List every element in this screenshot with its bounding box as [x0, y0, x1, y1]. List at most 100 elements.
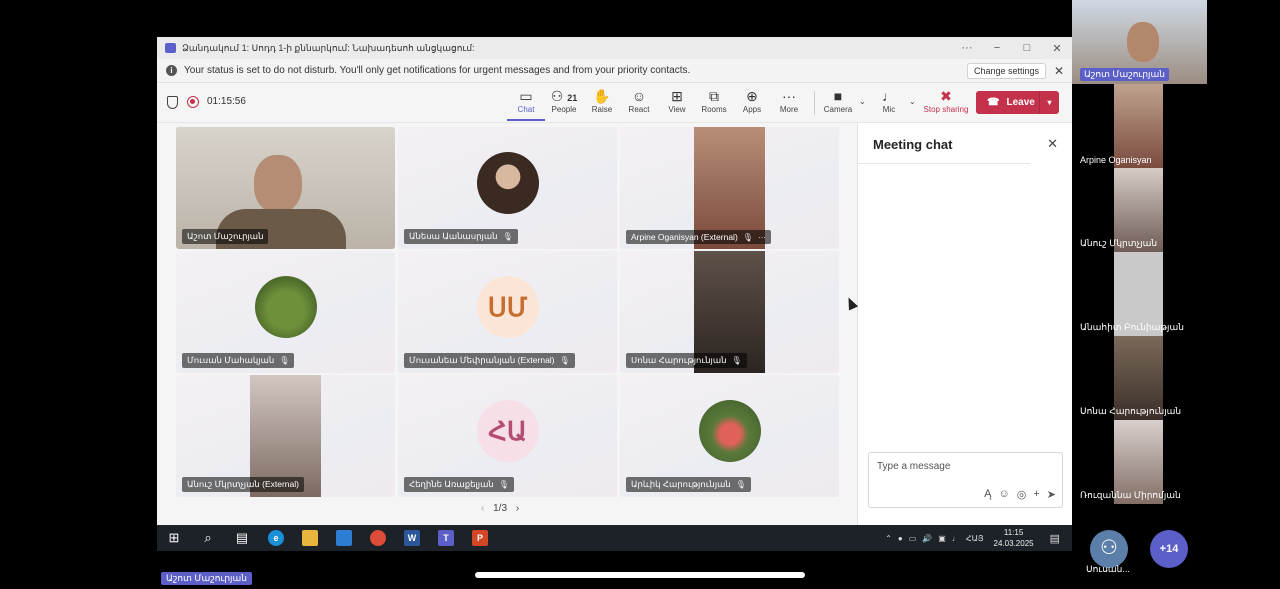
window-title: Ձանդակում 1: Սոդդ 1-ի քննարկում: Նախադես… — [182, 42, 475, 53]
more-icon[interactable]: ··· — [758, 233, 766, 242]
more-participants-button[interactable]: +14 — [1150, 530, 1188, 568]
mic-off-icon: 🎙 — [735, 480, 746, 489]
avatar: ՀԱ — [476, 400, 539, 462]
chat-icon: ▭ — [519, 88, 533, 104]
phone-hangup-icon: ☎ — [987, 97, 1000, 108]
compose-tools: Ą ☺ ◎ + ➤ — [984, 488, 1056, 501]
dnd-notice-text: Your status is set to do not disturb. Yo… — [184, 65, 691, 76]
send-icon[interactable]: ➤ — [1047, 488, 1056, 501]
side-participant-tile[interactable]: Ռուզաննա Միրոմյան — [1072, 420, 1207, 504]
avatar: ՍՄ — [476, 276, 539, 338]
participant-name: Ռուզաննա Միրոմյան — [1080, 490, 1181, 500]
side-participant-tile[interactable]: Arpine Oganisyan — [1072, 84, 1207, 168]
people-button[interactable]: ⚇ 21 People — [545, 87, 583, 114]
language-indicator[interactable]: ՀԱՅ — [966, 534, 984, 543]
mic-button[interactable]: ♩ Mic — [870, 87, 908, 114]
rooms-button[interactable]: ⧉ Rooms — [695, 87, 733, 114]
maximize-button[interactable]: □ — [1012, 42, 1042, 54]
apps-button[interactable]: ⊕ Apps — [733, 87, 771, 114]
video-tile[interactable]: ՀԱ Հեղինե Առաքելյան 🎙 — [398, 375, 617, 497]
participant-name: Աշոտ Մաշուրյան — [1080, 68, 1169, 81]
leave-button[interactable]: ☎ Leave ▾ — [976, 91, 1059, 114]
participant-name: Arpine Oganisyan — [1080, 155, 1152, 165]
page-indicator: 1/3 — [493, 503, 508, 514]
next-page-icon[interactable]: › — [516, 503, 519, 514]
notifications-icon[interactable]: ▤ — [1050, 532, 1060, 545]
tray-app-icon[interactable]: ● — [898, 534, 903, 543]
system-tray: ⌃ ● ▭ 🔊 ▣ ♩ ՀԱՅ 11:15 24.03.2025 ▤ — [885, 525, 1060, 551]
teams-icon[interactable]: T — [438, 530, 454, 546]
video-tile[interactable]: Սոնա Հարությունյան 🎙 — [620, 251, 839, 373]
react-button[interactable]: ☺ React — [620, 87, 658, 114]
participant-name: Հեղինե Առաքելյան 🎙 — [404, 477, 514, 492]
word-icon[interactable]: W — [404, 530, 420, 546]
prev-page-icon[interactable]: ‹ — [481, 503, 484, 514]
participant-name: Մուսանեա Մեփրանյան (External) 🎙 — [404, 353, 575, 368]
chevron-up-icon[interactable]: ⌃ — [885, 534, 892, 543]
teams-logo-icon — [165, 43, 176, 53]
video-tile[interactable]: Աշոտ Մաշուրյան — [176, 127, 395, 249]
leave-options-chevron-icon[interactable]: ▾ — [1039, 91, 1059, 114]
camera-button[interactable]: ■ Camera — [819, 87, 857, 114]
close-window-button[interactable]: ✕ — [1042, 42, 1072, 55]
video-tile[interactable]: Արևիկ Հարությունյան 🎙 — [620, 375, 839, 497]
people-count: 21 — [567, 93, 578, 103]
change-settings-button[interactable]: Change settings — [966, 62, 1046, 79]
powerpoint-icon[interactable]: P — [472, 530, 488, 546]
video-tile[interactable]: Մուսան Մահակյան 🎙 — [176, 251, 395, 373]
video-tile[interactable]: Անեսա Աանասրյան 🎙 — [398, 127, 617, 249]
mic-options-chevron-icon[interactable]: ⌄ — [909, 97, 916, 106]
mic-tray-icon[interactable]: ♩ — [952, 534, 960, 543]
emoji-icon[interactable]: ☺ — [999, 488, 1010, 501]
file-explorer-icon[interactable] — [302, 530, 318, 546]
screen: Ձանդակում 1: Սոդդ 1-ի քննարկում: Նախադես… — [0, 0, 1280, 589]
more-button[interactable]: ··· More — [770, 87, 808, 114]
add-icon[interactable]: + — [1033, 488, 1039, 501]
side-participant-tile[interactable]: Աշոտ Մաշուրյան — [1072, 0, 1207, 84]
format-icon[interactable]: Ą — [984, 488, 991, 501]
grid-icon: ⊞ — [671, 88, 683, 104]
side-participant-tile[interactable]: Անահիտ Բունիաթյան — [1072, 252, 1207, 336]
edge-icon[interactable]: e — [268, 530, 284, 546]
more-options-icon[interactable]: ··· — [952, 42, 982, 54]
view-button[interactable]: ⊞ View — [658, 87, 696, 114]
video-tile[interactable]: Անուշ Մկրտչյան (External) — [176, 375, 395, 497]
start-icon[interactable]: ⊞ — [157, 530, 191, 546]
volume-icon[interactable]: 🔊 — [922, 534, 932, 543]
video-tile[interactable]: ՍՄ Մուսանեա Մեփրանյան (External) 🎙 — [398, 251, 617, 373]
stop-sharing-button[interactable]: ✖ Stop sharing — [923, 87, 969, 114]
participant-face — [254, 155, 302, 213]
windows-taskbar: ⊞ ⌕ ▤ e W T P ⌃ ● ▭ 🔊 ▣ ♩ ՀԱՅ 11:15 24.0… — [157, 525, 1072, 551]
presenter-name-label: Աշոտ Մաշուրյան — [161, 572, 252, 585]
close-notice-icon[interactable]: ✕ — [1054, 64, 1072, 78]
message-compose-box[interactable]: Type a message Ą ☺ ◎ + ➤ — [868, 452, 1063, 508]
task-view-icon[interactable]: ▤ — [225, 530, 259, 546]
network-icon[interactable]: ▣ — [938, 534, 946, 543]
participant-name: Անուշ Մկրտչյան — [1080, 238, 1158, 248]
video-tile[interactable]: Arpine Oganisyan (External) 🎙 ··· — [620, 127, 839, 249]
system-clock[interactable]: 11:15 24.03.2025 — [994, 527, 1034, 549]
side-participant-tile[interactable]: Սոնա Հարությունյան — [1072, 336, 1207, 420]
search-icon[interactable]: ⌕ — [191, 530, 225, 546]
message-input[interactable]: Type a message — [877, 461, 950, 472]
loop-icon[interactable]: ◎ — [1017, 488, 1027, 501]
camera-options-chevron-icon[interactable]: ⌄ — [859, 97, 866, 106]
store-icon[interactable] — [336, 530, 352, 546]
title-bar: Ձանդակում 1: Սոդդ 1-ի քննարկում: Նախադես… — [157, 37, 1072, 59]
chat-button[interactable]: ▭ Chat — [507, 87, 545, 121]
chrome-icon[interactable] — [370, 530, 386, 546]
minimize-button[interactable]: − — [982, 42, 1012, 54]
recording-icon — [187, 96, 199, 108]
participant-name: Աշոտ Մաշուրյան — [182, 229, 269, 244]
self-avatar-icon[interactable]: ⚇ — [1090, 530, 1128, 568]
battery-icon[interactable]: ▭ — [909, 534, 917, 543]
close-chat-icon[interactable]: ✕ — [1047, 136, 1058, 152]
teams-window: Ձանդակում 1: Սոդդ 1-ի քննարկում: Նախադես… — [157, 37, 1072, 525]
raise-hand-button[interactable]: ✋ Raise — [583, 87, 621, 114]
apps-icon: ⊕ — [746, 88, 758, 104]
shield-icon[interactable] — [167, 96, 178, 109]
side-participant-tile[interactable]: Անուշ Մկրտչյան — [1072, 168, 1207, 252]
home-indicator-bar[interactable] — [475, 572, 805, 578]
meeting-timer: 01:15:56 — [207, 96, 246, 107]
mic-off-icon: 🎙 — [498, 480, 509, 489]
